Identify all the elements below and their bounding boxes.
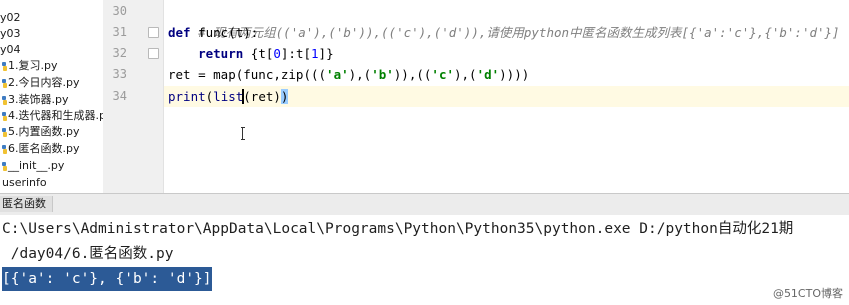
code-string: 'd' [476, 67, 500, 82]
console-command-line: C:\Users\Administrator\AppData\Local\Pro… [2, 221, 794, 237]
line-number: 31 [112, 25, 127, 39]
fold-marker-icon[interactable] [148, 27, 159, 38]
run-panel-header: 匿名函数 [0, 193, 849, 216]
code-text: {t[ [243, 46, 274, 61]
builtin-list: list [213, 89, 244, 104]
line-number: 34 [112, 89, 127, 103]
code-text: func(t): [190, 25, 259, 40]
code-editor[interactable]: # 现有两元组(('a'),('b')),(('c'),('d')),请使用py… [164, 0, 849, 193]
code-text: ),( [454, 67, 477, 82]
code-text: ),( [348, 67, 372, 82]
code-line-30: # 现有两元组(('a'),('b')),(('c'),('d')),请使用py… [168, 1, 839, 40]
code-string: 'c' [431, 67, 454, 82]
code-text: )),(( [393, 67, 432, 82]
line-number: 32 [112, 46, 127, 60]
tree-item-label: 6.匿名函数.py [8, 142, 80, 155]
python-file-icon [2, 161, 7, 171]
fold-marker-icon[interactable] [148, 48, 159, 59]
tree-item-label: 5.内置函数.py [8, 125, 80, 138]
code-text: ]:t[ [280, 46, 312, 61]
tree-item-label: 2.今日内容.py [8, 76, 80, 89]
code-string: 'a' [326, 67, 349, 82]
tree-item-label: y03 [0, 27, 21, 40]
line-number: 33 [112, 67, 127, 81]
tree-file-item-selected[interactable]: 6.匿名函数.py [2, 141, 80, 157]
tree-folder-y02[interactable]: y02 [0, 10, 21, 26]
tree-file-item[interactable]: userinfo [2, 175, 47, 191]
code-text: )))) [499, 67, 530, 82]
line-number: 30 [112, 4, 127, 18]
tree-item-label: userinfo [2, 176, 47, 189]
builtin-print: print [168, 89, 206, 104]
tree-item-label: 1.复习.py [8, 59, 58, 72]
text-cursor-icon [241, 127, 245, 140]
python-file-icon [2, 144, 7, 154]
keyword-return: return [198, 46, 244, 61]
code-text: (ret) [243, 89, 281, 104]
editor-gutter: 30 31 32 33 34 [103, 0, 164, 193]
code-line-34: print(list(ret)) [168, 86, 289, 107]
run-console[interactable]: C:\Users\Administrator\AppData\Local\Pro… [0, 215, 849, 305]
console-command-line-cont: /day04/6.匿名函数.py [2, 246, 174, 262]
tree-file-item[interactable]: 1.复习.py [2, 58, 57, 74]
tree-item-label: __init__.py [8, 159, 65, 172]
matched-paren: ) [280, 89, 289, 104]
code-number: 0 [273, 46, 281, 61]
code-text: ]} [318, 46, 334, 61]
tree-item-label: y04 [0, 43, 21, 56]
watermark: @51CTO博客 [772, 287, 843, 300]
code-line-33: ret = map(func,zip((('a'),('b')),(('c'),… [168, 64, 529, 85]
code-comment: # 现有两元组(('a'),('b')),(('c'),('d')),请使用py… [198, 25, 840, 40]
code-string: 'b' [371, 67, 394, 82]
python-file-icon [2, 95, 7, 105]
run-tab-label: 匿名函数 [2, 197, 46, 210]
python-file-icon [2, 61, 7, 71]
run-tab[interactable]: 匿名函数 [0, 196, 53, 212]
code-number: 1 [311, 46, 319, 61]
keyword-def: def [168, 25, 191, 40]
tree-file-item[interactable]: 2.今日内容.py [2, 75, 79, 91]
tree-file-item[interactable]: 3.装饰器.py [2, 92, 68, 108]
tree-folder-y04[interactable]: y04 [0, 42, 21, 58]
code-line-31: def func(t): [168, 22, 258, 43]
code-line-32: return {t[0]:t[1]} [168, 43, 334, 64]
python-file-icon [2, 111, 7, 121]
python-file-icon [2, 127, 7, 137]
tree-item-label: y02 [0, 11, 21, 24]
project-tree: y02 y03 y04 1.复习.py 2.今日内容.py 3.装饰器.py 4… [0, 0, 104, 193]
console-output: [{'a': 'c'}, {'b': 'd'}] [2, 267, 212, 291]
tree-file-item[interactable]: 5.内置函数.py [2, 124, 79, 140]
tree-item-label: 4.迭代器和生成器.py [8, 109, 104, 122]
python-file-icon [2, 78, 7, 88]
tree-file-item[interactable]: 4.迭代器和生成器.py [2, 108, 104, 124]
tree-item-label: 3.装饰器.py [8, 93, 69, 106]
tree-folder-y03[interactable]: y03 [0, 26, 21, 42]
tree-file-item[interactable]: __init__.py [2, 158, 64, 174]
code-text: ret = map(func,zip((( [168, 67, 327, 82]
